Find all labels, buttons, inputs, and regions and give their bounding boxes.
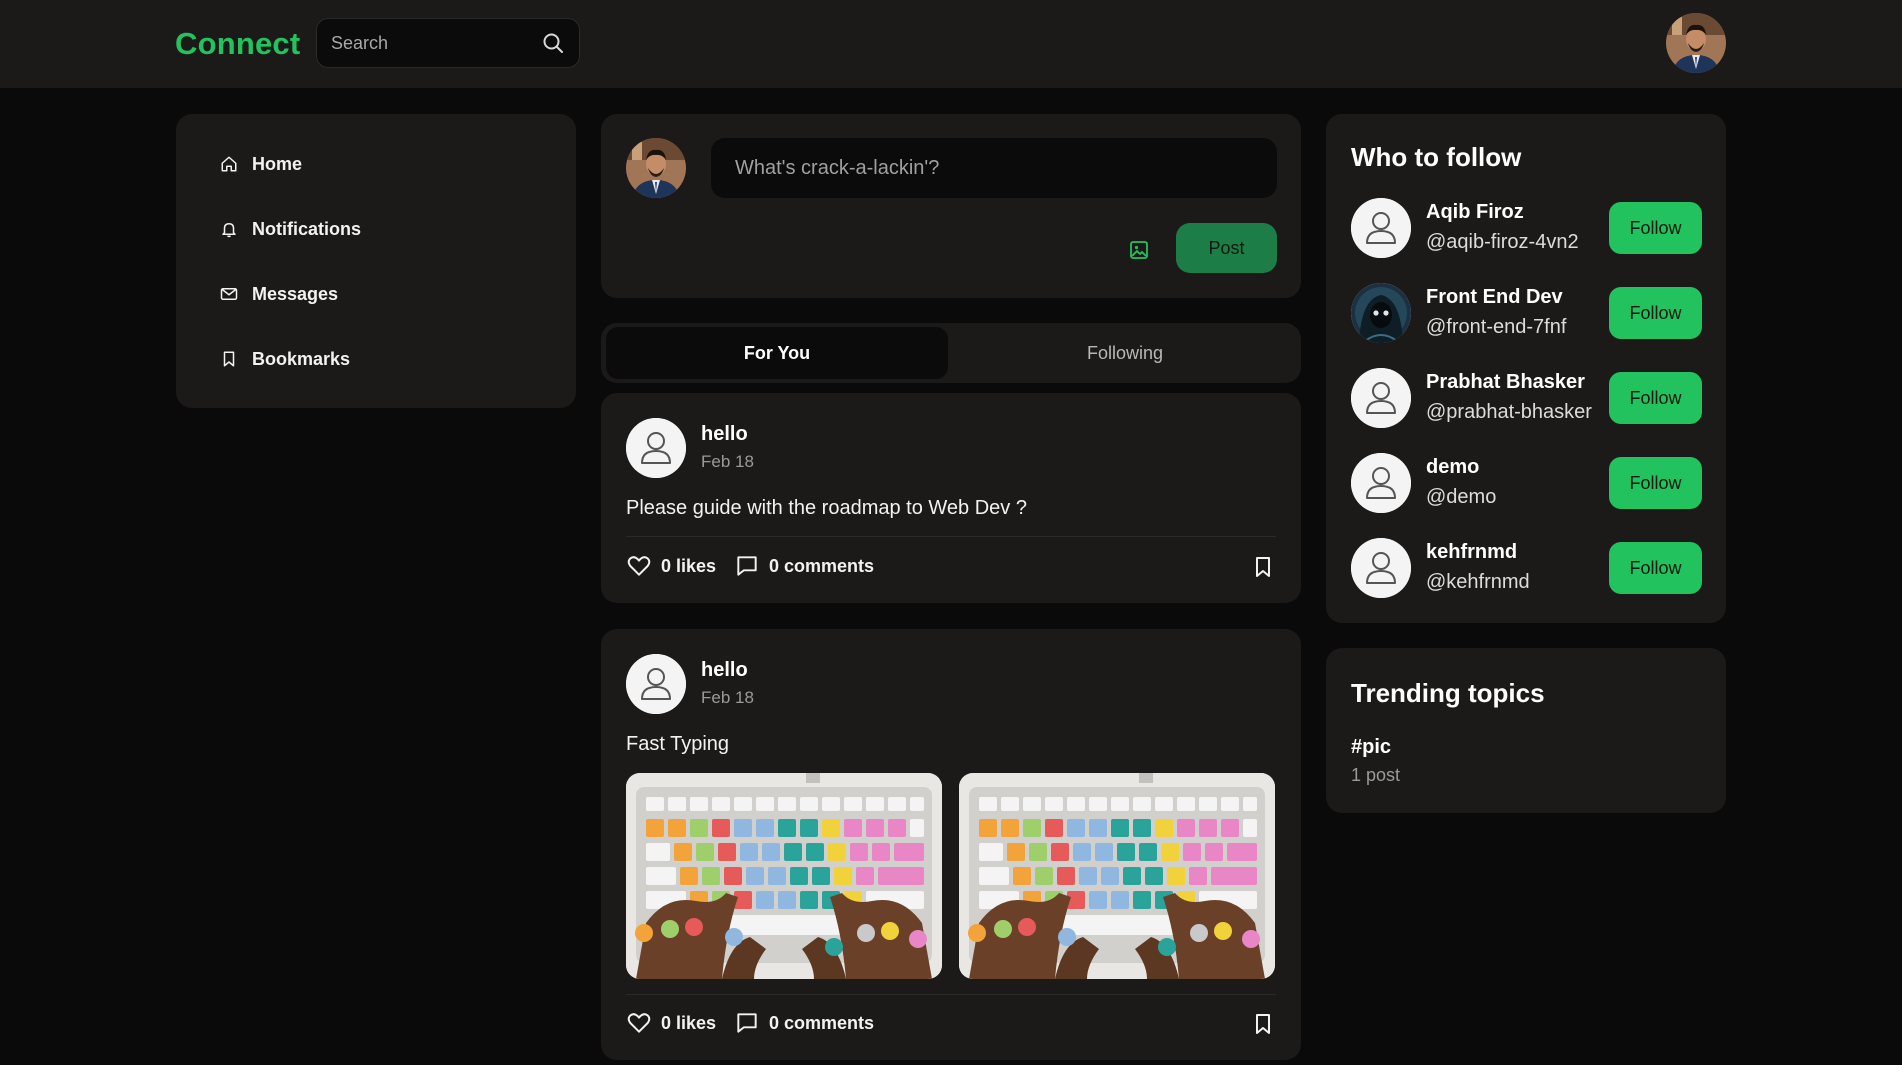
like-button[interactable]: 0 likes (626, 1010, 716, 1036)
user-avatar[interactable] (1351, 453, 1411, 513)
feed-tabs: For You Following (601, 323, 1301, 383)
search-box[interactable] (316, 18, 580, 68)
sidebar-item-notifications[interactable]: Notifications (220, 209, 361, 249)
comment-button[interactable]: 0 comments (734, 553, 874, 579)
sidebar-item-label: Messages (252, 283, 339, 304)
user-handle: @aqib-firoz-4vn2 (1426, 231, 1579, 253)
follow-suggestion: Prabhat Bhasker @prabhat-bhasker Follow (1351, 368, 1702, 428)
comment-icon (734, 1010, 760, 1036)
profile-avatar[interactable] (1666, 13, 1726, 73)
user-name[interactable]: Front End Dev (1426, 286, 1563, 309)
post-date: Feb 18 (701, 688, 754, 707)
home-icon (220, 155, 238, 173)
user-handle: @demo (1426, 486, 1497, 508)
who-to-follow-title: Who to follow (1351, 142, 1522, 172)
user-avatar[interactable] (1351, 538, 1411, 598)
post-author-name[interactable]: hello (701, 659, 748, 682)
heart-icon (626, 553, 652, 579)
user-name[interactable]: Prabhat Bhasker (1426, 371, 1585, 394)
post-text: Please guide with the roadmap to Web Dev… (626, 497, 1027, 519)
who-to-follow: Who to follow Aqib Firoz @aqib-firoz-4vn… (1326, 114, 1726, 623)
bell-icon (220, 220, 238, 238)
sidebar-nav: Home Notifications Messages Bookmarks (176, 114, 576, 408)
composer-avatar (626, 138, 686, 198)
user-avatar[interactable] (1351, 198, 1411, 258)
sidebar-item-bookmarks[interactable]: Bookmarks (220, 339, 350, 379)
user-avatar[interactable] (1351, 283, 1411, 343)
heart-icon (626, 1010, 652, 1036)
follow-button[interactable]: Follow (1609, 372, 1702, 424)
sidebar-item-label: Home (252, 153, 303, 174)
user-handle: @front-end-7fnf (1426, 316, 1567, 338)
post-date: Feb 18 (701, 452, 754, 471)
follow-suggestion: Aqib Firoz @aqib-firoz-4vn2 Follow (1351, 198, 1702, 258)
follow-button[interactable]: Follow (1609, 542, 1702, 594)
follow-button[interactable]: Follow (1609, 457, 1702, 509)
post-image[interactable] (626, 773, 942, 979)
post-input[interactable] (711, 138, 1277, 198)
trending-tag[interactable]: #pic (1351, 736, 1391, 759)
follow-button[interactable]: Follow (1609, 202, 1702, 254)
follow-suggestion: kehfrnmd @kehfrnmd Follow (1351, 538, 1702, 598)
post-image[interactable] (959, 773, 1275, 979)
image-upload-icon[interactable] (1127, 238, 1151, 262)
user-avatar[interactable] (1351, 368, 1411, 428)
post-text: Fast Typing (626, 733, 730, 755)
like-count: 0 likes (661, 555, 717, 576)
sidebar-item-home[interactable]: Home (220, 144, 302, 184)
tab-following[interactable]: Following (954, 327, 1296, 379)
user-name[interactable]: Aqib Firoz (1426, 201, 1524, 224)
sidebar-item-label: Bookmarks (252, 348, 351, 369)
post-divider (626, 994, 1276, 995)
post-author-name[interactable]: hello (701, 423, 748, 446)
follow-suggestion: demo @demo Follow (1351, 453, 1702, 513)
post-divider (626, 536, 1276, 537)
user-handle: @kehfrnmd (1426, 571, 1530, 593)
sidebar-item-label: Notifications (252, 218, 362, 239)
trending-count: 1 post (1351, 765, 1401, 785)
user-name[interactable]: kehfrnmd (1426, 541, 1517, 564)
like-count: 0 likes (661, 1012, 717, 1033)
sidebar-item-messages[interactable]: Messages (220, 274, 338, 314)
comment-count: 0 comments (769, 1012, 875, 1033)
follow-button[interactable]: Follow (1609, 287, 1702, 339)
comment-button[interactable]: 0 comments (734, 1010, 874, 1036)
like-button[interactable]: 0 likes (626, 553, 716, 579)
post-card: hello Feb 18 Fast Typing 0 likes 0 comme… (601, 629, 1301, 1060)
trending-title: Trending topics (1351, 678, 1545, 708)
post-card: hello Feb 18 Please guide with the roadm… (601, 393, 1301, 603)
post-composer: Post (601, 114, 1301, 298)
app-logo[interactable]: Connect (175, 26, 300, 62)
post-author-avatar[interactable] (626, 418, 686, 478)
follow-suggestion: Front End Dev @front-end-7fnf Follow (1351, 283, 1702, 343)
top-bar: Connect (0, 0, 1902, 88)
user-handle: @prabhat-bhasker (1426, 401, 1592, 423)
comment-icon (734, 553, 760, 579)
mail-icon (220, 285, 238, 303)
user-name[interactable]: demo (1426, 456, 1479, 479)
bookmark-icon (220, 350, 238, 368)
bookmark-icon[interactable] (1251, 1012, 1275, 1036)
search-icon[interactable] (541, 31, 565, 55)
tab-for-you[interactable]: For You (606, 327, 948, 379)
comment-count: 0 comments (769, 555, 875, 576)
post-button[interactable]: Post (1176, 223, 1277, 273)
post-author-avatar[interactable] (626, 654, 686, 714)
trending-topics: Trending topics #pic 1 post (1326, 648, 1726, 813)
bookmark-icon[interactable] (1251, 555, 1275, 579)
search-input[interactable] (331, 19, 531, 67)
